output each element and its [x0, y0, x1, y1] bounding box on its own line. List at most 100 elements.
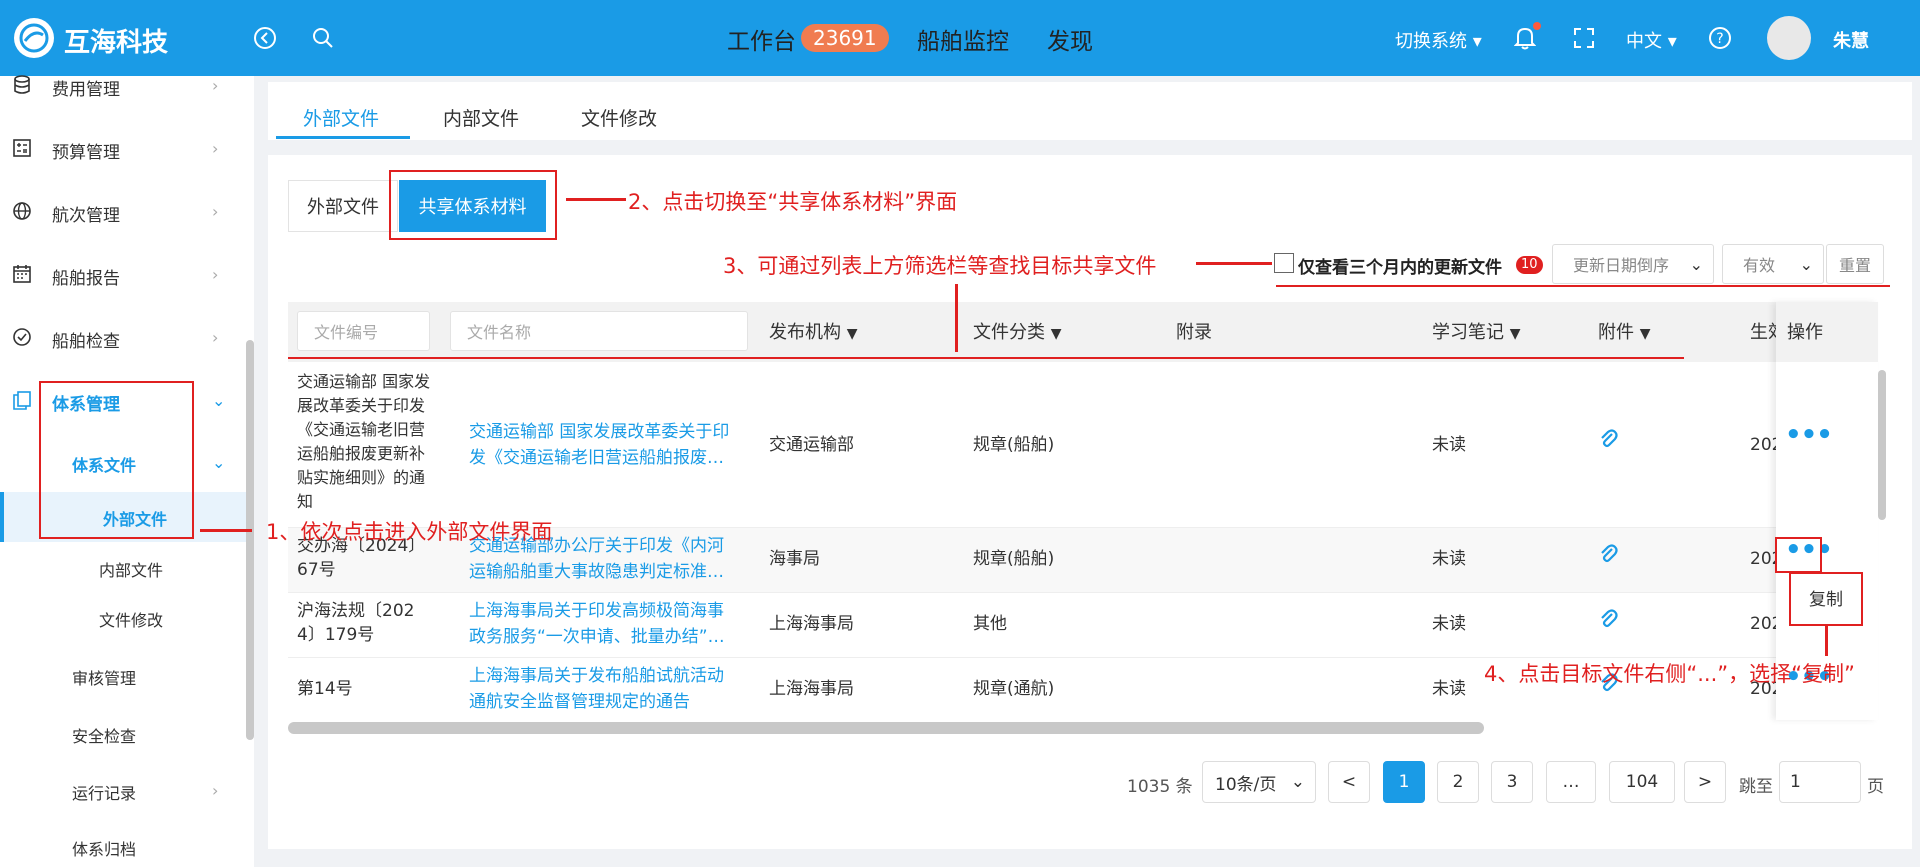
sidebar-item-audit[interactable]: 审核管理 [0, 656, 240, 696]
file-number-line: 4〕179号 [297, 625, 375, 645]
sidebar-item-archive[interactable]: 体系归档 [0, 827, 240, 867]
column-header-publisher[interactable]: 发布机构 ▼ [769, 318, 858, 344]
caret-down-icon: ▼ [846, 326, 858, 342]
paperclip-icon[interactable] [1598, 428, 1618, 455]
paperclip-icon[interactable] [1598, 543, 1618, 570]
sidebar-item-label: 船舶报告 [52, 269, 120, 289]
annotation-step-1: 1、依次点击进入外部文件界面 [266, 520, 553, 544]
file-name-line: 政务服务“一次申请、批量办结”… [469, 627, 725, 647]
top-header: 互海科技 工作台 23691 船舶监控 发现 切换系统 ▾ 中文 ▾ ? 朱慧 [0, 0, 1920, 76]
app-name: 互海科技 [64, 28, 169, 58]
sidebar-subitem-internal-files[interactable]: 内部文件 [0, 548, 240, 588]
page-button-2[interactable]: 2 [1437, 761, 1479, 803]
help-icon[interactable]: ? [1707, 25, 1733, 51]
chevron-right-icon: › [212, 76, 219, 95]
sidebar-item-label: 运行记录 [72, 784, 137, 803]
jump-page-input[interactable]: 1 [1779, 761, 1861, 803]
search-icon[interactable] [310, 25, 336, 51]
cell-study-note: 未读 [1432, 679, 1466, 699]
page-size-value: 10条/页 [1215, 774, 1277, 795]
recent-only-checkbox[interactable] [1274, 253, 1294, 273]
check-circle-icon [12, 327, 34, 349]
page-button-3[interactable]: 3 [1491, 761, 1533, 803]
table-horizontal-scrollbar[interactable] [288, 722, 1484, 734]
sidebar-item-label: 体系归档 [72, 840, 137, 859]
sort-select[interactable]: 更新日期倒序 ⌄ [1552, 244, 1714, 284]
prev-page-button[interactable]: < [1328, 761, 1370, 803]
page-size-select[interactable]: 10条/页 ⌄ [1202, 761, 1316, 803]
fullscreen-icon[interactable] [1572, 26, 1596, 50]
nav-workbench[interactable]: 工作台 [727, 22, 796, 56]
workbench-count-badge: 23691 [801, 24, 889, 52]
active-tab-indicator [276, 136, 410, 139]
page-button-104[interactable]: 104 [1609, 761, 1675, 803]
back-icon[interactable] [252, 25, 278, 51]
sidebar-item-voyage[interactable]: 航次管理 › [0, 192, 240, 232]
annotation-box-segment [389, 170, 557, 240]
annotation-box-more [1775, 537, 1822, 573]
nav-discover[interactable]: 发现 [1047, 22, 1093, 56]
sidebar-item-safety-check[interactable]: 安全检查 [0, 714, 240, 754]
language-dropdown[interactable]: 中文 ▾ [1626, 27, 1677, 53]
sidebar-item-ship-inspection[interactable]: 船舶检查 › [0, 318, 240, 358]
next-page-button[interactable]: > [1684, 761, 1726, 803]
sidebar-item-operation-log[interactable]: 运行记录 › [0, 771, 240, 811]
chevron-right-icon: › [212, 265, 219, 284]
sidebar-subitem-file-revision[interactable]: 文件修改 [0, 598, 240, 638]
annotation-box-sidebar [39, 381, 194, 539]
cell-file-name-link[interactable]: 上海海事局关于印发高频极简海事 政务服务“一次申请、批量办结”… [469, 598, 725, 650]
annotation-step-2: 2、点击切换至“共享体系材料”界面 [628, 190, 958, 214]
sidebar-item-expense[interactable]: 费用管理 › [0, 66, 240, 106]
more-actions-icon[interactable]: ••• [1785, 420, 1833, 450]
table-vertical-scrollbar[interactable] [1878, 370, 1886, 520]
chevron-right-icon: › [212, 781, 219, 800]
cell-publisher: 交通运输部 [769, 435, 854, 455]
file-number-filter-input[interactable]: 文件编号 [297, 311, 430, 351]
logo-icon [14, 18, 54, 58]
annotation-underline-header [288, 357, 1684, 359]
recent-only-label: 仅查看三个月内的更新文件 [1298, 258, 1502, 278]
switch-system-dropdown[interactable]: 切换系统 ▾ [1395, 27, 1482, 53]
file-name-line: 上海海事局关于发布船舶试航活动 [469, 666, 724, 686]
column-header-attachment[interactable]: 附件 ▼ [1598, 318, 1651, 344]
annotation-arrow-4 [1825, 626, 1828, 656]
page-ellipsis[interactable]: … [1546, 761, 1596, 803]
calendar-icon [12, 264, 34, 286]
column-header-category[interactable]: 文件分类 ▼ [973, 318, 1062, 344]
database-icon [12, 75, 34, 97]
chevron-down-icon: ⌄ [212, 453, 226, 472]
sidebar-item-budget[interactable]: 预算管理 › [0, 129, 240, 169]
cell-category: 其他 [973, 614, 1007, 634]
tab-file-revision[interactable]: 文件修改 [581, 104, 657, 131]
sidebar-scrollbar[interactable] [246, 340, 254, 740]
svg-text:?: ? [1716, 31, 1723, 47]
cell-file-name-link[interactable]: 交通运输部 国家发展改革委关于印 发《交通运输老旧营运船舶报废… [469, 419, 729, 471]
sidebar-item-ship-report[interactable]: 船舶报告 › [0, 255, 240, 295]
cell-file-number: 交通运输部 国家发展改革委关于印发《交通运输老旧营运船舶报废更新补贴实施细则》的… [297, 372, 431, 511]
chevron-right-icon: › [212, 202, 219, 221]
user-name[interactable]: 朱慧 [1833, 27, 1869, 53]
cell-file-name-link[interactable]: 上海海事局关于发布船舶试航活动 通航安全监督管理规定的通告 [469, 663, 724, 715]
status-select[interactable]: 有效 ⌄ [1722, 244, 1824, 284]
globe-icon [12, 201, 34, 223]
calculator-icon [12, 138, 34, 160]
column-header-study-notes[interactable]: 学习笔记 ▼ [1432, 318, 1521, 344]
segment-external-files[interactable]: 外部文件 [288, 180, 398, 232]
switch-system-label: 切换系统 [1395, 31, 1467, 52]
chevron-right-icon: › [212, 139, 219, 158]
page-button-1[interactable]: 1 [1383, 761, 1425, 803]
cell-file-number: 沪海法规〔202 4〕179号 [297, 599, 414, 647]
total-count: 1035 条 [1127, 777, 1193, 797]
reset-button[interactable]: 重置 [1826, 244, 1884, 284]
avatar[interactable] [1767, 16, 1811, 60]
column-header-label: 附件 [1598, 322, 1634, 343]
column-header-operation: 操作 [1787, 322, 1823, 343]
nav-ship-monitor[interactable]: 船舶监控 [917, 22, 1009, 56]
sidebar-subitem-label: 内部文件 [99, 561, 164, 580]
paperclip-icon[interactable] [1598, 608, 1618, 635]
annotation-arrow-2 [566, 198, 626, 201]
page-unit-label: 页 [1867, 777, 1884, 797]
tab-external-files[interactable]: 外部文件 [303, 104, 379, 131]
file-name-filter-input[interactable]: 文件名称 [450, 311, 748, 351]
tab-internal-files[interactable]: 内部文件 [443, 104, 519, 131]
